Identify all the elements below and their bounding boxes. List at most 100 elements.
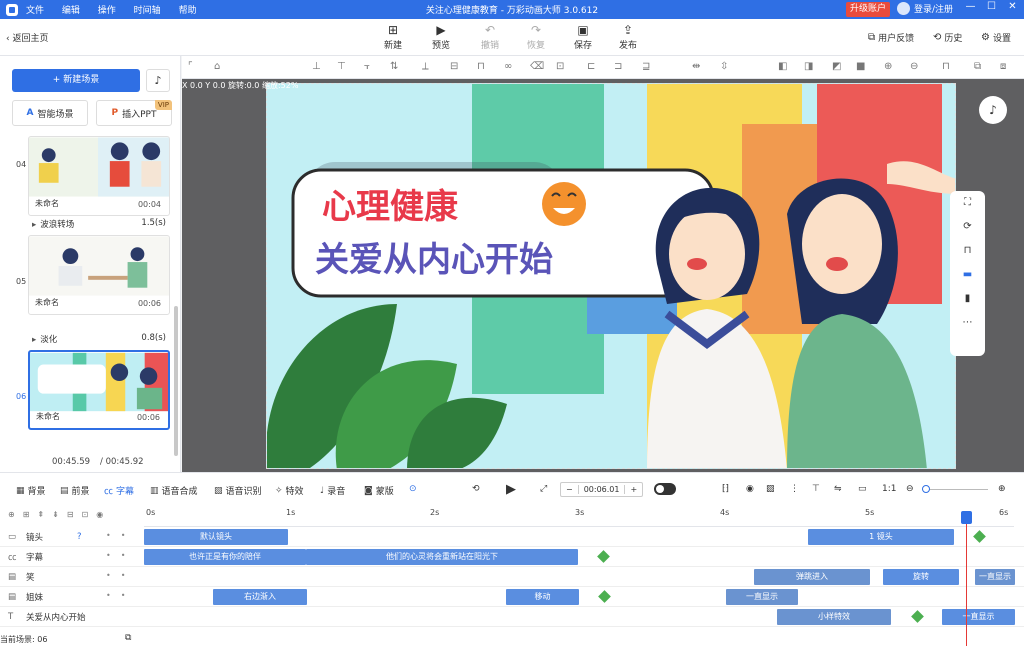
flip-vertical-icon[interactable]: ⊟	[450, 61, 458, 72]
timeline-clip[interactable]: 旋转	[883, 569, 959, 585]
menu-operate[interactable]: 操作	[98, 6, 116, 16]
timeline-zoom-knob[interactable]	[922, 485, 930, 493]
split-icon[interactable]: ⋮	[790, 484, 799, 494]
upgrade-button[interactable]: 升级账户	[846, 2, 891, 17]
layer-down-icon[interactable]: ◨	[804, 61, 813, 72]
align-bottom-icon[interactable]: ⊥	[312, 61, 321, 72]
align-left-icon[interactable]: ⊏	[587, 61, 595, 72]
transition-wave[interactable]: ▸ 波浪转场 1.5(s)	[32, 218, 166, 230]
monitor-icon[interactable]: ▬	[950, 263, 985, 287]
align-middle-icon[interactable]: ⫟	[364, 61, 370, 72]
close-icon[interactable]: ✕	[1002, 1, 1023, 12]
timeline-clip[interactable]: 一直显示	[942, 609, 1015, 625]
rotate-icon[interactable]: ⟳	[950, 215, 985, 239]
publish-button[interactable]: ⇪ 发布	[608, 23, 648, 51]
timeline-clip[interactable]: 也许正是有你的陪伴	[144, 549, 306, 565]
smart-scene-button[interactable]: A 智能场景	[12, 100, 88, 126]
artboard[interactable]: 心理健康 关爱从内心开始	[266, 83, 956, 469]
image-icon[interactable]: ▨	[766, 484, 775, 494]
feedback-button[interactable]: ⧉ 用户反馈	[868, 31, 914, 44]
align-right-icon[interactable]: ⊒	[642, 61, 650, 72]
keyframe-marker[interactable]	[597, 550, 610, 563]
timeline-zoom-out-icon[interactable]: ⊖	[906, 484, 914, 494]
timeline-clip[interactable]: 弹跳进入	[754, 569, 870, 585]
new-button[interactable]: ⊞ 新建	[373, 23, 413, 51]
scene-list-icon[interactable]: ⧉	[125, 633, 131, 643]
track-smile[interactable]: ▤ 笑 •• 弹跳进入 旋转 一直显示	[0, 567, 1024, 587]
time-minus-button[interactable]: −	[561, 485, 578, 494]
copy-icon[interactable]: ⧉	[974, 61, 981, 72]
record-tab[interactable]: ♩ 录音	[320, 484, 345, 498]
timeline-clip[interactable]: 1 镜头	[808, 529, 954, 545]
keyframe-marker[interactable]	[598, 590, 611, 603]
red-swatch-icon[interactable]: ■	[856, 61, 865, 72]
align-top-icon[interactable]: ⊤	[337, 61, 346, 72]
adjust-icon[interactable]: ⇋	[834, 484, 842, 494]
lock-icon[interactable]: ⊓	[477, 61, 485, 72]
timeline-clip[interactable]: 移动	[506, 589, 579, 605]
timeline-clip[interactable]: 一直显示	[726, 589, 798, 605]
minimize-icon[interactable]: —	[960, 1, 981, 12]
playhead-line[interactable]	[966, 513, 967, 646]
menu-file[interactable]: 文件	[26, 6, 44, 16]
save-button[interactable]: ▣ 保存	[563, 23, 603, 51]
undo-button[interactable]: ↶ 撤销	[470, 23, 510, 51]
timeline-clip[interactable]: 右边渐入	[213, 589, 307, 605]
home-icon[interactable]: ⌂	[214, 61, 220, 72]
track-headline[interactable]: T 关爱从内心开始 小样特效 一直显示	[0, 607, 1024, 627]
headline-subtitle[interactable]: 关爱从内心开始	[315, 232, 553, 281]
zoom-out-icon[interactable]: ⊖	[910, 61, 918, 72]
insert-ppt-button[interactable]: P 插入PPT VIP	[96, 100, 172, 126]
timeline-zoom-slider[interactable]	[922, 489, 988, 490]
speech-recognition-tab[interactable]: ▧ 语音识别	[214, 484, 262, 498]
timeline-clip[interactable]: 他们的心灵将会重新站在阳光下	[306, 549, 578, 565]
scene-thumbnail-05[interactable]: 未命名 00:06	[28, 235, 170, 315]
redo-button[interactable]: ↷ 恢复	[516, 23, 556, 51]
tts-tab[interactable]: ▥ 语音合成	[150, 484, 198, 498]
help-icon[interactable]: ?	[77, 532, 82, 542]
music-note-icon[interactable]: ♪	[146, 69, 170, 92]
track-tools[interactable]: ⊕⊞⇞⇟⊟⊡◉	[8, 510, 111, 519]
timeline-zoom-in-icon[interactable]: ⊕	[998, 484, 1006, 494]
lock-open-icon[interactable]: ⊓	[950, 239, 985, 263]
maximize-icon[interactable]: ☐	[981, 1, 1002, 12]
keyframe-marker[interactable]	[911, 610, 924, 623]
space-h-icon[interactable]: ⇹	[692, 61, 700, 72]
time-ruler[interactable]: 0s 1s 2s 3s 4s 5s 6s	[144, 505, 1014, 527]
distribute-icon[interactable]: ⇅	[390, 61, 398, 72]
trim-icon[interactable]: ⁅⁆	[722, 484, 729, 494]
headline-title[interactable]: 心理健康	[322, 179, 458, 228]
time-plus-button[interactable]: +	[625, 485, 642, 494]
timeline-clip[interactable]: 默认镜头	[144, 529, 288, 545]
menu-edit[interactable]: 编辑	[62, 6, 80, 16]
play-button[interactable]: ▶	[506, 482, 516, 497]
fit-screen-icon[interactable]: ⛶	[950, 191, 985, 215]
subtitle-tab[interactable]: ㏄字幕	[104, 484, 134, 497]
settings-button[interactable]: ⚙ 设置	[981, 31, 1011, 44]
playhead-handle[interactable]	[961, 511, 972, 524]
track-camera[interactable]: ▭ 镜头? •• 默认镜头 1 镜头	[0, 527, 1024, 547]
login-button[interactable]: 登录/注册	[897, 2, 953, 15]
new-scene-button[interactable]: + 新建场景	[12, 69, 140, 92]
keyframe-marker[interactable]	[973, 530, 986, 543]
layer-icon[interactable]: ◧	[778, 61, 787, 72]
paste-icon[interactable]: ⧈	[1000, 61, 1006, 72]
space-v-icon[interactable]: ⇳	[720, 61, 728, 72]
track-subtitle[interactable]: ㏄字幕 •• 也许正是有你的陪伴 他们的心灵将会重新站在阳光下	[0, 547, 1024, 567]
one-to-one-icon[interactable]: 1:1	[882, 484, 896, 494]
scene-thumbnail-04[interactable]: 未命名 00:04	[28, 136, 170, 216]
timeline-clip[interactable]: 一直显示	[975, 569, 1015, 585]
ratio-icon[interactable]: ▭	[858, 484, 867, 494]
transition-fade[interactable]: ▸ 淡化 0.8(s)	[32, 333, 166, 345]
crop-icon[interactable]: ⊡	[556, 61, 564, 72]
menu-timeline[interactable]: 时间轴	[134, 6, 161, 16]
layer-top-icon[interactable]: ◩	[832, 61, 841, 72]
zoom-in-icon[interactable]: ⊕	[884, 61, 892, 72]
link-icon[interactable]: ∞	[504, 61, 512, 72]
history-button[interactable]: ⟲ 历史	[933, 31, 962, 44]
menu-help[interactable]: 帮助	[179, 6, 197, 16]
phone-icon[interactable]: ▮	[950, 287, 985, 311]
filter-icon[interactable]: ⊤	[812, 484, 820, 494]
preview-button[interactable]: ▶ 预览	[421, 23, 461, 51]
more-tools-icon[interactable]: ⊙	[409, 484, 417, 494]
